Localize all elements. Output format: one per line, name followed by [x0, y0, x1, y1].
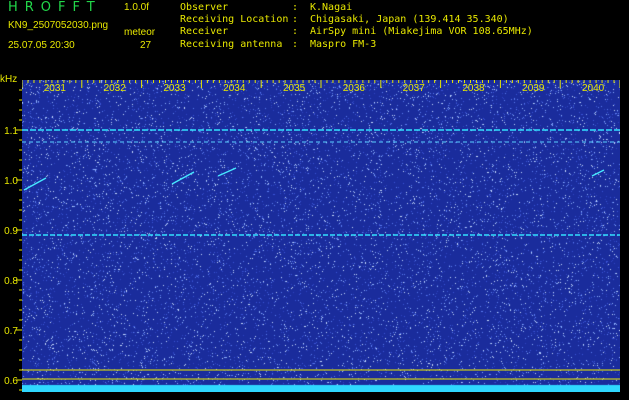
info-row-location: Receiving Location: Chigasaki, Japan (139… — [180, 14, 509, 26]
y-tick-label: 0.7 — [4, 326, 18, 337]
x-tick-label: 2038 — [462, 83, 485, 94]
x-tick-label: 2037 — [403, 83, 426, 94]
x-tick-label: 2033 — [163, 83, 186, 94]
x-tick-label: 2039 — [522, 83, 545, 94]
observation-info: Observer: K.Nagai Receiving Location: Chig… — [180, 2, 533, 51]
info-row-observer: Observer: K.Nagai — [180, 2, 353, 13]
header: HROFFT 1.0.0f KN9_2507052030.png meteor … — [0, 0, 629, 78]
meteor-count: 27 — [140, 40, 152, 51]
x-tick-label: 2032 — [104, 83, 127, 94]
meteor-echo — [171, 171, 195, 185]
x-tick-label: 2036 — [343, 83, 366, 94]
x-tick-label: 2031 — [44, 83, 67, 94]
info-row-receiver: Receiver: AirSpy mini (Miakejima VOR 108.… — [180, 26, 533, 38]
datetime-label: 25.07.05 20:30 — [8, 40, 75, 51]
version-label: 1.0.0f — [124, 2, 150, 13]
meteor-echo — [23, 177, 47, 191]
y-tick-label: 1.0 — [4, 176, 18, 187]
info-row-antenna: Receiving antenna: Maspro FM-3 — [180, 38, 377, 50]
y-tick-label: 0.8 — [4, 276, 18, 287]
meteor-label: meteor — [124, 27, 156, 38]
y-tick-label: 1.1 — [4, 126, 18, 137]
meteor-echo — [217, 167, 237, 177]
x-tick-label: 2034 — [223, 83, 246, 94]
x-tick-label: 2040 — [582, 83, 605, 94]
app-logo: HROFFT — [8, 0, 102, 15]
y-tick-label: 0.6 — [4, 376, 18, 387]
meteor-echo — [591, 169, 605, 177]
y-tick-label: 0.9 — [4, 226, 18, 237]
x-tick-label: 2035 — [283, 83, 306, 94]
filename-label: KN9_2507052030.png — [8, 20, 109, 31]
spectrogram: 2031 2032 2033 2034 2035 2036 2037 2038 2039 2040 — [22, 80, 620, 392]
spectrogram-overlay: 2031 2032 2033 2034 2035 2036 2037 2038 2039 2040 — [22, 80, 620, 380]
y-axis: 1.1 1.0 0.9 0.8 0.7 0.6 — [4, 89, 22, 391]
